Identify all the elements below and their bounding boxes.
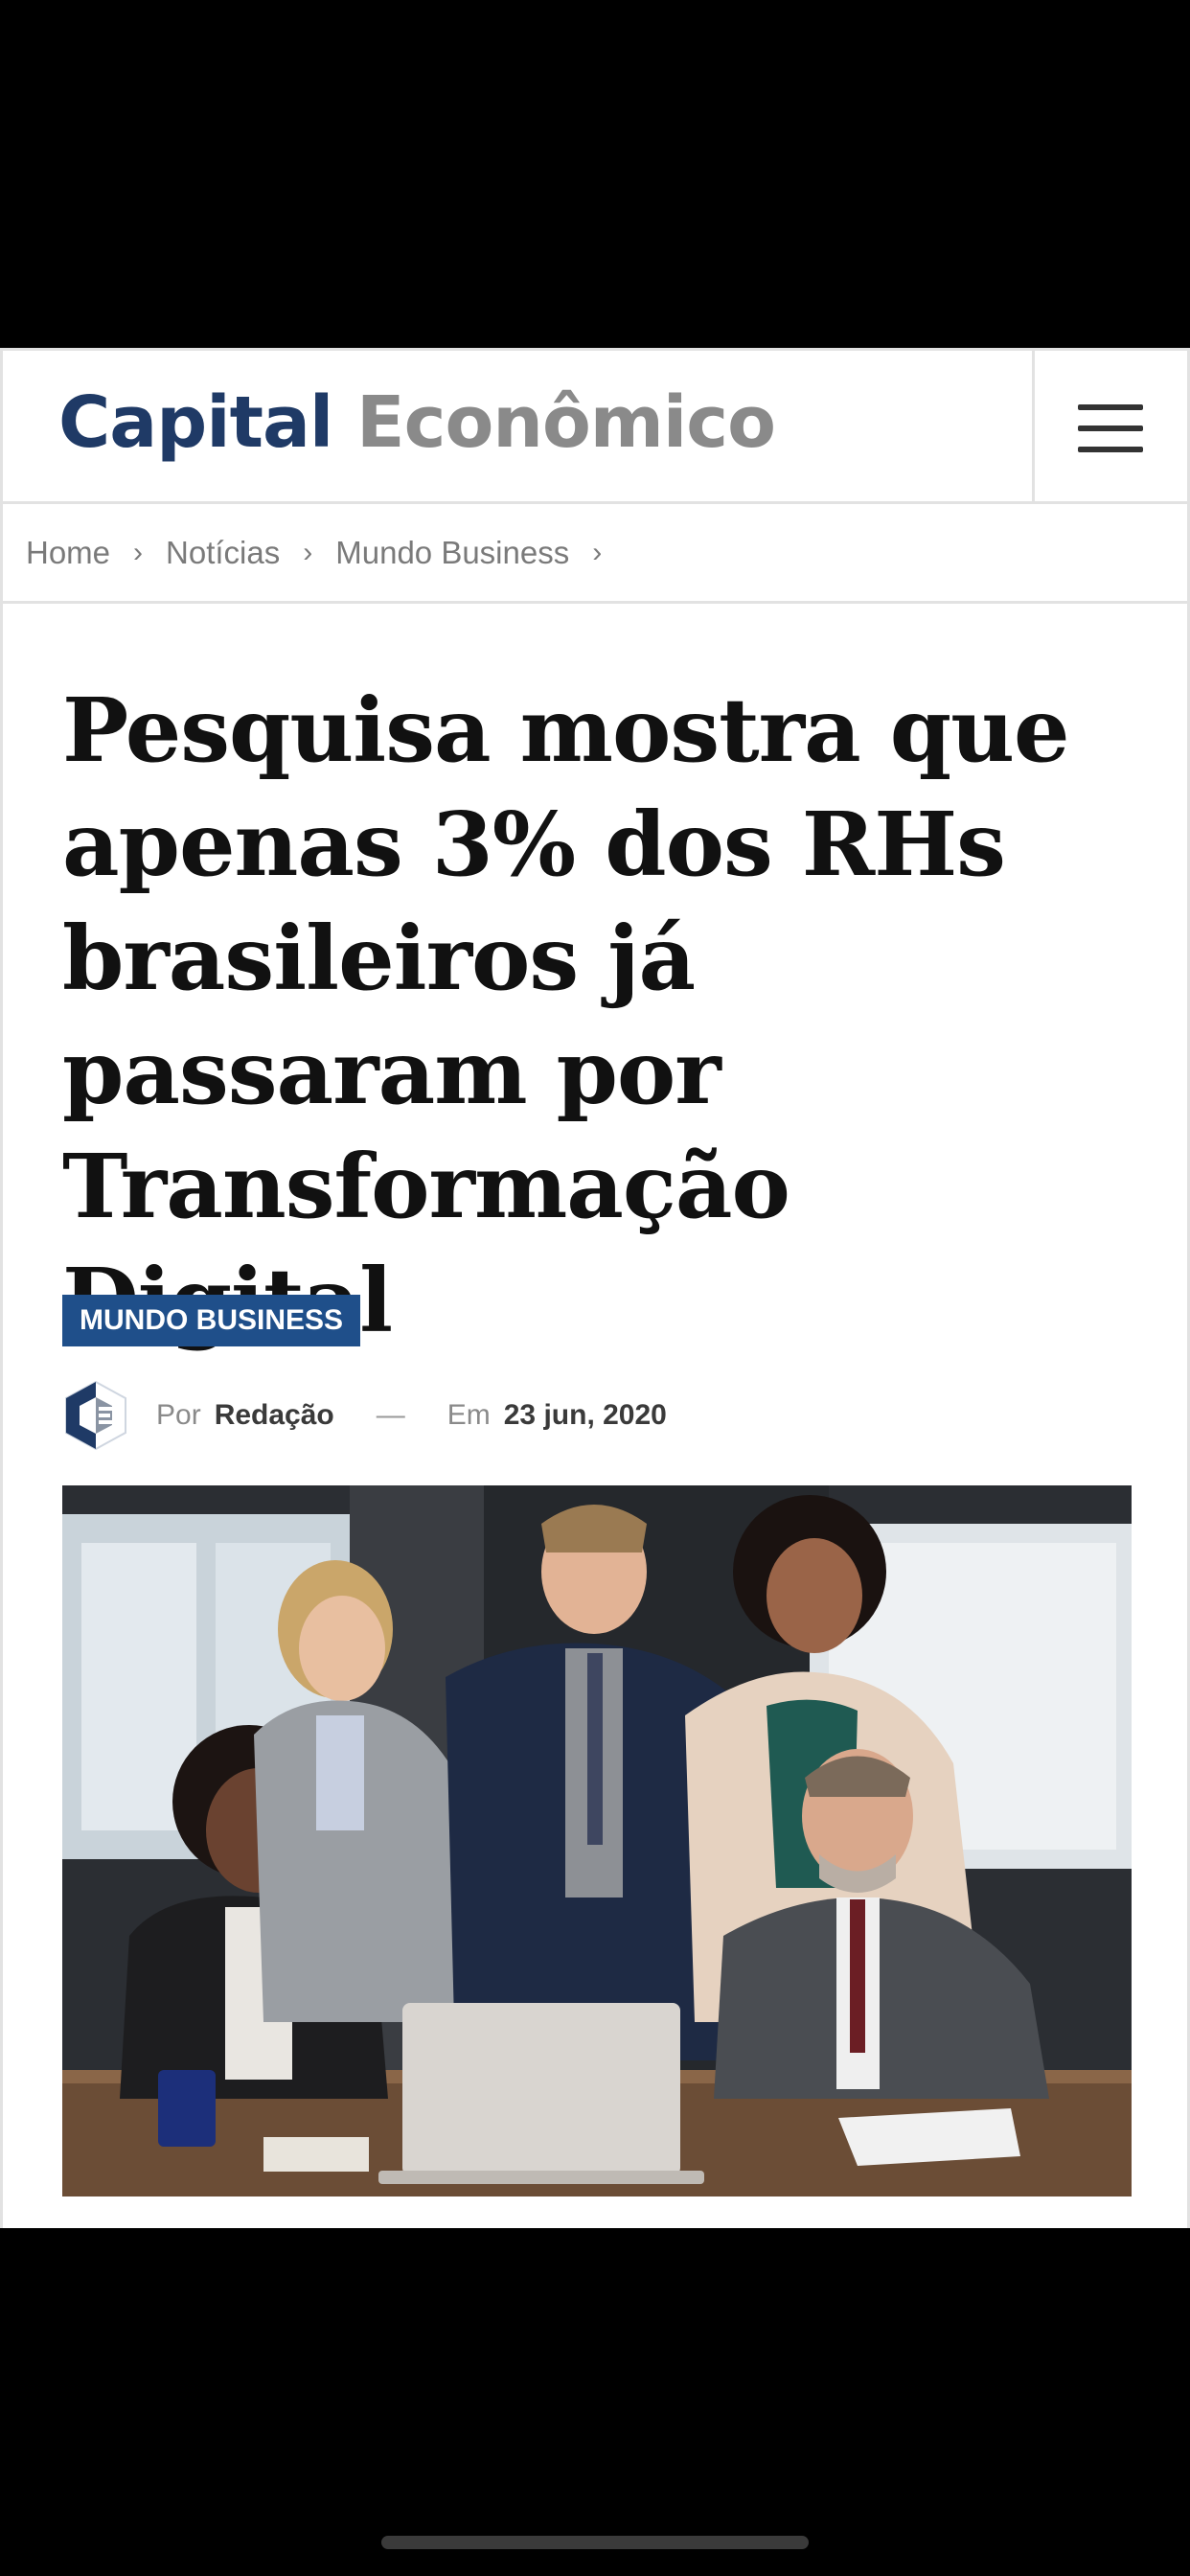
breadcrumb-home[interactable]: Home — [26, 535, 110, 571]
article-title: Pesquisa mostra que apenas 3% dos RHs br… — [62, 678, 1070, 1352]
team-meeting-photo — [62, 1485, 1132, 2196]
screen: Capital Econômico Home › Notícias › Mund… — [0, 0, 1190, 2576]
chevron-right-icon: › — [592, 536, 603, 568]
publish-date: 23 jun, 2020 — [503, 1399, 667, 1431]
menu-bar-bottom — [1078, 447, 1143, 452]
date-prefix: Em — [446, 1399, 491, 1431]
menu-bar-middle — [1078, 426, 1143, 431]
home-indicator — [381, 2536, 809, 2549]
web-page: Capital Econômico Home › Notícias › Mund… — [0, 348, 1190, 2228]
article-meta: Por Redação — Em 23 jun, 2020 — [62, 1377, 667, 1454]
chevron-right-icon: › — [133, 536, 144, 568]
author-prefix: Por — [156, 1399, 201, 1431]
author-name[interactable]: Redação — [215, 1399, 334, 1432]
category-badge[interactable]: MUNDO BUSINESS — [62, 1295, 361, 1346]
chevron-right-icon: › — [303, 536, 313, 568]
meta-separator: — — [376, 1399, 405, 1431]
site-logo[interactable]: Capital Econômico — [58, 387, 776, 458]
breadcrumb-noticias[interactable]: Notícias — [166, 535, 280, 571]
menu-bar-top — [1078, 404, 1143, 410]
author-avatar-icon[interactable] — [62, 1380, 129, 1451]
breadcrumb: Home › Notícias › Mundo Business › — [3, 504, 1187, 604]
logo-text-capital: Capital — [58, 381, 333, 464]
hamburger-menu-icon[interactable] — [1032, 351, 1187, 504]
article-hero-image[interactable] — [62, 1485, 1132, 2196]
breadcrumb-mundo-business[interactable]: Mundo Business — [335, 535, 569, 571]
logo-text-economico: Econômico — [356, 381, 776, 464]
site-header: Capital Econômico — [3, 348, 1187, 504]
